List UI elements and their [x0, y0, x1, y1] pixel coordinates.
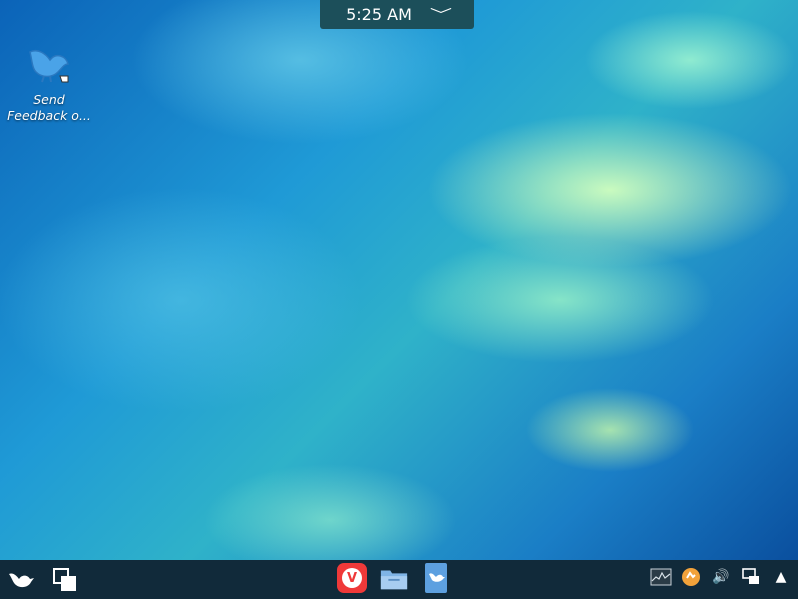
volume-icon[interactable]: 🔊	[710, 566, 732, 588]
desktop-icon-send-feedback[interactable]: Send Feedback o...	[4, 42, 94, 124]
desktop-icon-label-line2: Feedback o...	[7, 108, 91, 123]
update-manager-icon[interactable]	[680, 566, 702, 588]
clock-time: 5:25 AM	[346, 5, 412, 24]
network-icon[interactable]	[740, 566, 762, 588]
desktop-wallpaper[interactable]: Send Feedback o... 5:25 AM ﹀	[0, 0, 798, 560]
top-clock-panel[interactable]: 5:25 AM ﹀	[320, 0, 474, 29]
feedback-bird-icon	[24, 42, 74, 90]
system-monitor-icon[interactable]	[650, 566, 672, 588]
vivaldi-glyph: V	[342, 568, 362, 588]
file-manager-icon[interactable]	[379, 563, 409, 593]
taskbar: V 🔊 ▲	[0, 560, 798, 599]
launcher-bird-icon[interactable]	[6, 565, 36, 595]
desktop-icon-label-line1: Send	[33, 92, 65, 107]
window-switcher-icon[interactable]	[50, 565, 80, 595]
chevron-down-icon[interactable]: ﹀	[430, 5, 452, 25]
vivaldi-browser-icon[interactable]: V	[337, 563, 367, 593]
tray-expand-icon[interactable]: ▲	[770, 566, 792, 588]
feedback-app-icon[interactable]	[421, 563, 451, 593]
